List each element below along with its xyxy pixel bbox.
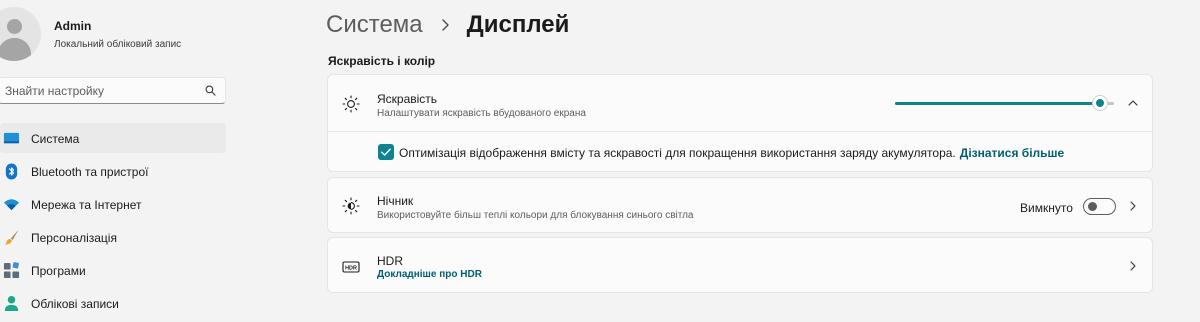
sidebar: Admin Локальний обліковий запис Система bbox=[0, 0, 240, 322]
settings-window: Admin Локальний обліковий запис Система bbox=[0, 0, 1200, 322]
toggle-knob bbox=[1088, 202, 1097, 211]
page-title: Дисплей bbox=[466, 11, 570, 38]
brightness-slider[interactable] bbox=[895, 96, 1114, 110]
sidebar-item-network[interactable]: Мережа та Інтернет bbox=[0, 189, 226, 219]
chevron-up-icon[interactable] bbox=[1126, 96, 1140, 110]
slider-fill bbox=[895, 102, 1100, 105]
brightness-subtitle: Налаштувати яскравість вбудованого екран… bbox=[377, 108, 586, 119]
user-profile[interactable]: Admin Локальний обліковий запис bbox=[0, 7, 240, 61]
brightness-row[interactable]: Яскравість Налаштувати яскравість вбудов… bbox=[328, 75, 1152, 131]
sidebar-item-personalization[interactable]: Персоналізація bbox=[0, 222, 226, 252]
chevron-right-icon[interactable] bbox=[1126, 199, 1140, 213]
system-icon bbox=[3, 132, 20, 144]
sidebar-item-bluetooth[interactable]: Bluetooth та пристрої bbox=[0, 156, 226, 186]
night-light-state: Вимкнуто bbox=[1020, 201, 1073, 215]
search-box[interactable] bbox=[0, 77, 226, 104]
optimize-checkbox[interactable] bbox=[378, 144, 394, 160]
chevron-right-icon[interactable] bbox=[1126, 259, 1140, 273]
sidebar-item-label: Мережа та Інтернет bbox=[31, 198, 142, 212]
apps-icon bbox=[3, 262, 20, 279]
sidebar-item-label: Bluetooth та пристрої bbox=[31, 165, 149, 179]
bluetooth-icon bbox=[5, 163, 18, 180]
sidebar-item-label: Облікові записи bbox=[31, 297, 119, 311]
sidebar-item-label: Програми bbox=[31, 264, 86, 278]
sidebar-item-system[interactable]: Система bbox=[0, 123, 226, 153]
breadcrumb: Система Дисплей bbox=[326, 8, 569, 42]
night-light-toggle[interactable] bbox=[1083, 198, 1116, 215]
breadcrumb-parent[interactable]: Система bbox=[326, 11, 423, 39]
search-input[interactable] bbox=[5, 78, 195, 103]
optimize-label: Оптимізація відображення вмісту та яскра… bbox=[399, 146, 1064, 160]
learn-more-link[interactable]: Дізнатися більше bbox=[960, 146, 1064, 160]
profile-account-type: Локальний обліковий запис bbox=[54, 39, 182, 50]
avatar bbox=[0, 7, 41, 61]
profile-name: Admin bbox=[54, 19, 92, 33]
section-title: Яскравість і колір bbox=[328, 54, 436, 68]
hdr-learn-more-link[interactable]: Докладніше про HDR bbox=[377, 269, 482, 280]
checkmark-icon bbox=[381, 148, 391, 156]
brush-icon bbox=[4, 230, 19, 245]
hdr-title: HDR bbox=[377, 254, 403, 268]
optimize-text: Оптимізація відображення вмісту та яскра… bbox=[399, 146, 956, 160]
hdr-icon: HDR bbox=[342, 261, 360, 273]
brightness-icon bbox=[342, 95, 360, 113]
sidebar-item-label: Персоналізація bbox=[31, 231, 117, 245]
hdr-card[interactable]: HDR HDR Докладніше про HDR bbox=[327, 237, 1153, 293]
chevron-right-icon bbox=[441, 19, 449, 31]
person-icon bbox=[4, 295, 19, 312]
slider-thumb[interactable] bbox=[1092, 96, 1107, 110]
sidebar-item-apps[interactable]: Програми bbox=[0, 255, 226, 285]
wifi-icon bbox=[3, 199, 20, 211]
sidebar-item-accounts[interactable]: Облікові записи bbox=[0, 288, 226, 318]
night-light-icon bbox=[342, 197, 360, 215]
divider bbox=[328, 131, 1152, 132]
sidebar-item-label: Система bbox=[31, 132, 80, 146]
night-light-card[interactable]: Нічник Використовуйте більш теплі кольор… bbox=[327, 177, 1153, 233]
svg-text:HDR: HDR bbox=[345, 265, 357, 271]
search-icon[interactable] bbox=[205, 85, 216, 96]
brightness-card: Яскравість Налаштувати яскравість вбудов… bbox=[327, 74, 1153, 172]
sidebar-nav: Система Bluetooth та пристрої Мережа та … bbox=[0, 123, 226, 321]
night-light-title: Нічник bbox=[377, 194, 414, 208]
night-light-subtitle: Використовуйте більш теплі кольори для б… bbox=[377, 210, 694, 221]
brightness-title: Яскравість bbox=[377, 92, 438, 106]
